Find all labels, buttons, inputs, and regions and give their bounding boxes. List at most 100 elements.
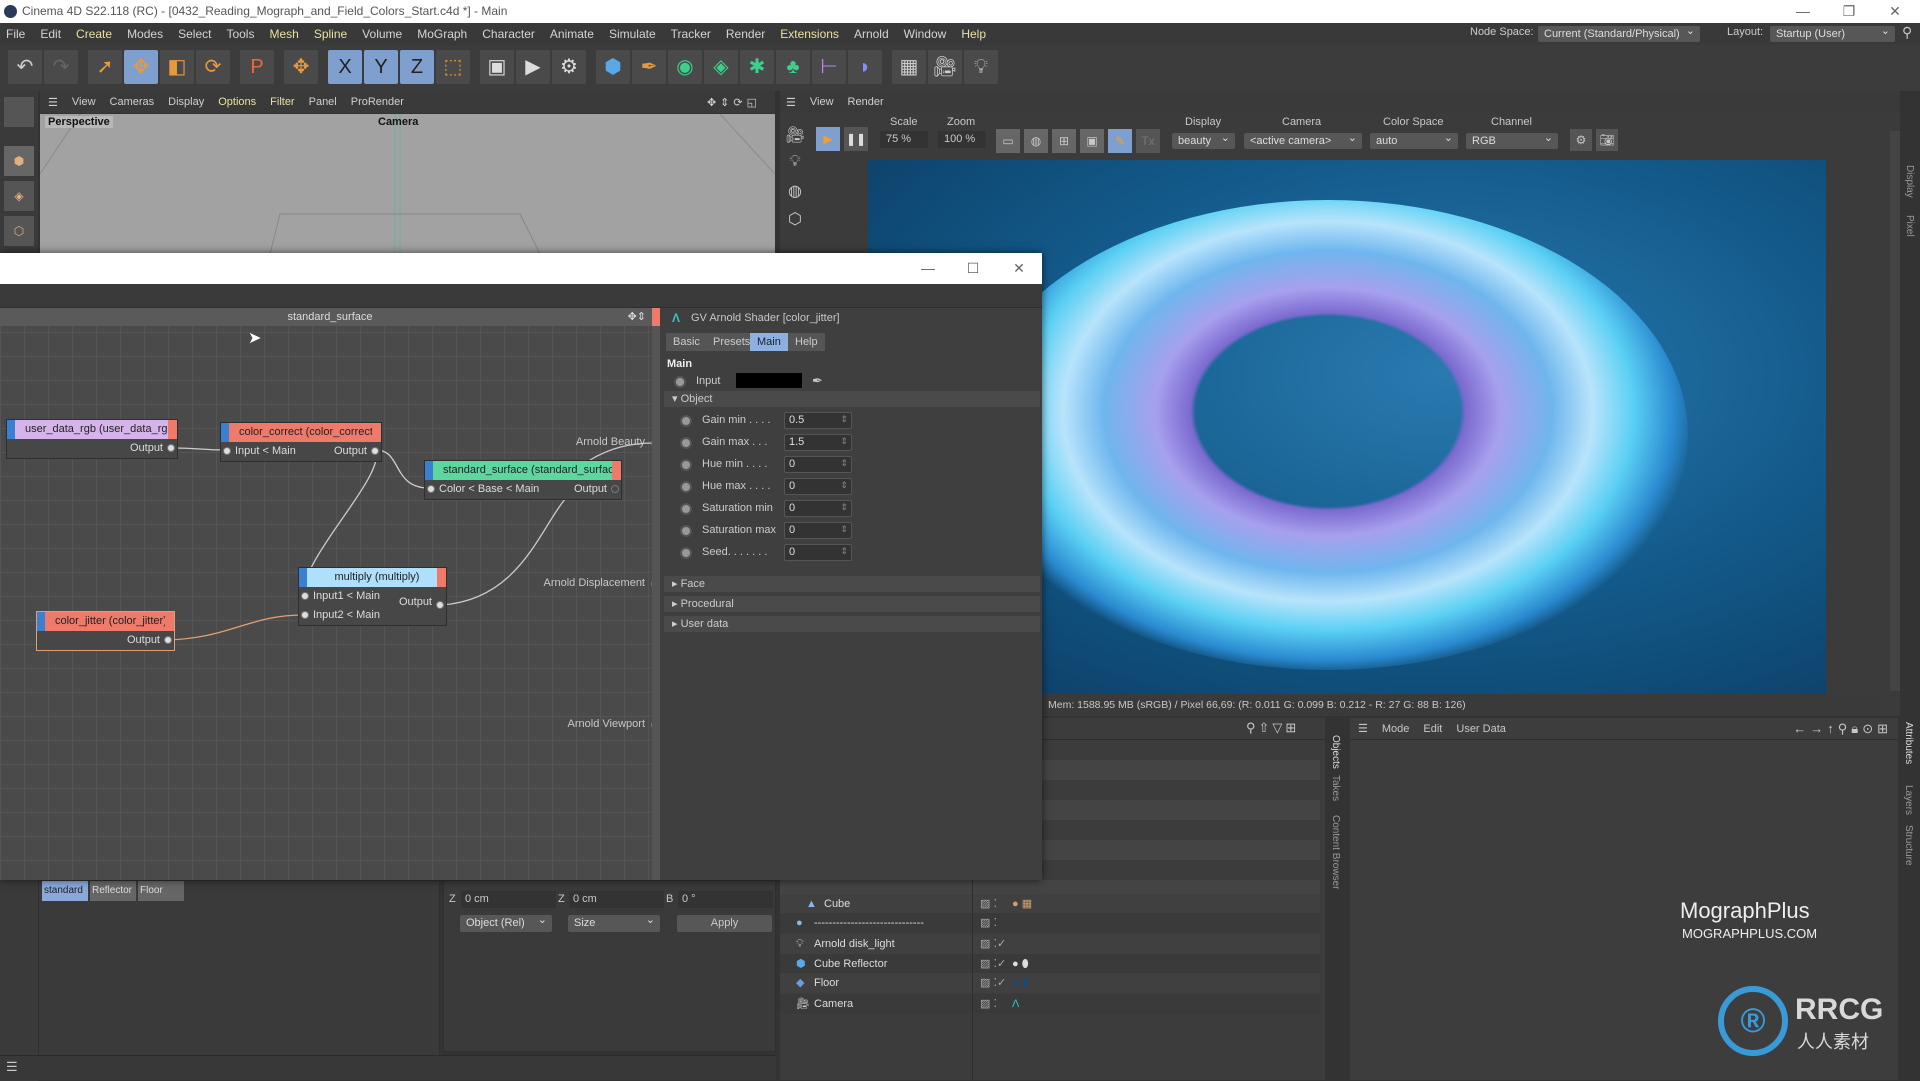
node-space-dropdown[interactable]: Current (Standard/Physical) — [1538, 23, 1700, 42]
node-standard-surface[interactable]: standard_surface (standard_surface) Colo… — [424, 460, 622, 500]
floor-icon[interactable]: ▦ — [892, 50, 926, 84]
field-input[interactable]: 0 ⇕ — [784, 478, 852, 495]
region-icon[interactable]: ⊞ — [1052, 129, 1076, 153]
render-side-tab-display[interactable]: Display — [1904, 165, 1915, 198]
visibility-toggle-icon[interactable]: ▨ ⁚✓ — [980, 954, 1006, 974]
output-arnold-viewport[interactable]: Arnold Viewport — [568, 718, 645, 730]
tx-icon[interactable]: Tx — [1136, 129, 1160, 153]
z-axis-icon[interactable]: Z — [400, 50, 434, 84]
object-row-arnold-disk-light[interactable]: 💡︎ Arnold disk_light ▨ ⁚✓ — [780, 934, 1320, 954]
side-tab-objects[interactable]: Objects — [1330, 735, 1341, 769]
animate-radio[interactable] — [680, 437, 692, 449]
psr-icon[interactable]: P — [240, 50, 274, 84]
field-input[interactable]: 0 ⇕ — [784, 522, 852, 539]
animate-radio[interactable] — [680, 525, 692, 537]
section-procedural[interactable]: ▸ Procedural — [664, 596, 1040, 612]
brush-icon[interactable]: ✎ — [1108, 129, 1132, 153]
animate-radio[interactable] — [680, 481, 692, 493]
port-output-label[interactable]: Output — [574, 480, 607, 499]
coordinate-mode-dropdown[interactable]: Object (Rel) — [460, 912, 552, 932]
arnold-tag-icon[interactable]: Λ — [1012, 994, 1019, 1014]
monitor-icon[interactable]: ▭ — [996, 129, 1020, 153]
search-icon[interactable]: ⚲ — [1902, 24, 1912, 41]
light-bulb-icon[interactable]: 💡︎ — [782, 153, 808, 181]
node-graph-canvas[interactable]: user_data_rgb (user_data_rgb) Output col… — [0, 308, 660, 880]
cube-icon[interactable]: ⬢ — [596, 50, 630, 84]
camera-icon[interactable]: 🎥︎ — [782, 125, 808, 153]
hamburger-icon[interactable]: ☰ — [48, 96, 58, 109]
hamburger-icon[interactable]: ☰ — [1358, 722, 1368, 735]
model-mode-icon[interactable]: ⬢ — [4, 146, 34, 176]
subdivision-icon[interactable]: ◉ — [668, 50, 702, 84]
layout-dropdown[interactable]: Startup (User) — [1770, 23, 1895, 42]
zoom-input[interactable]: 100 % — [938, 131, 986, 148]
section-user-data[interactable]: ▸ User data — [664, 616, 1040, 632]
coordinate-system-icon[interactable]: ⬚ — [436, 50, 470, 84]
viewport-menu-display[interactable]: Display — [168, 96, 204, 108]
stepper-icon[interactable]: ⇕ — [840, 456, 848, 471]
z-size-input[interactable]: 0 cm — [569, 891, 664, 908]
z-position-input[interactable]: 0 cm — [461, 891, 556, 908]
menu-file[interactable]: File — [6, 27, 25, 41]
stepper-icon[interactable]: ⇕ — [840, 478, 848, 493]
side-tab-content-browser[interactable]: Content Browser — [1330, 815, 1341, 889]
menu-tracker[interactable]: Tracker — [671, 27, 711, 41]
menu-edit[interactable]: Edit — [40, 27, 61, 41]
side-tab-attributes[interactable]: Attributes — [1903, 722, 1914, 764]
move-icon[interactable]: ✥ — [124, 50, 158, 84]
menu-mesh[interactable]: Mesh — [269, 27, 298, 41]
snapshot-settings-icon[interactable]: ⚙ — [1570, 129, 1592, 151]
node-minimize-button[interactable]: — — [905, 257, 951, 280]
attributes-nav-icons[interactable]: ←→↑⚲🔒︎⊙⊞ — [1793, 721, 1892, 737]
material-tag-icon[interactable]: ● ⬮ — [1012, 954, 1029, 974]
node-color-correct[interactable]: color_correct (color_correct) Input < Ma… — [220, 422, 382, 462]
hamburger-icon[interactable]: ☰ — [6, 1059, 18, 1075]
cube-outline-icon[interactable]: ⬡ — [782, 209, 808, 237]
stepper-icon[interactable]: ⇕ — [840, 412, 848, 427]
animate-radio[interactable] — [680, 503, 692, 515]
menu-spline[interactable]: Spline — [314, 27, 347, 41]
animate-radio[interactable] — [680, 459, 692, 471]
hamburger-icon[interactable]: ☰ — [786, 96, 796, 109]
extrude-icon[interactable]: ◈ — [704, 50, 738, 84]
tab-help[interactable]: Help — [788, 333, 825, 351]
render-settings-icon[interactable]: ⚙ — [552, 50, 586, 84]
render-view-icon[interactable]: ▶ — [516, 50, 550, 84]
output-arnold-displacement[interactable]: Arnold Displacement — [544, 577, 646, 589]
make-editable-icon[interactable] — [4, 97, 34, 127]
section-face[interactable]: ▸ Face — [664, 576, 1040, 592]
checker-tag-icon[interactable]: ● ▦ — [1012, 894, 1032, 914]
axis-icon[interactable]: ✥ — [284, 50, 318, 84]
perspective-viewport[interactable]: Perspective Camera — [40, 114, 775, 254]
menu-simulate[interactable]: Simulate — [609, 27, 656, 41]
minimize-button[interactable]: — — [1780, 0, 1826, 23]
visibility-toggle-icon[interactable]: ▨ ⁚✓ — [980, 973, 1006, 993]
render-side-tab-pixel[interactable]: Pixel — [1904, 215, 1915, 237]
b-rotation-input[interactable]: 0 ° — [678, 891, 773, 908]
rotate-icon[interactable]: ⟳ — [196, 50, 230, 84]
stepper-icon[interactable]: ⇕ — [840, 544, 848, 559]
viewport-menu-view[interactable]: View — [72, 96, 96, 108]
port-output-label[interactable]: Output — [334, 442, 367, 461]
menu-arnold[interactable]: Arnold — [854, 27, 889, 41]
globe-icon[interactable]: ◍ — [782, 181, 808, 209]
field-input[interactable]: 1.5 ⇕ — [784, 434, 852, 451]
node-graph-nav-icons[interactable]: ✥⇕ — [628, 308, 646, 326]
snapshot-camera-icon[interactable]: 📷︎ — [1596, 129, 1618, 151]
input-animate-radio[interactable] — [674, 376, 686, 388]
section-object[interactable]: ▾ Object — [664, 391, 1040, 407]
object-row-cube[interactable]: ▲ Cube ▨ ⁚ ● ▦ — [780, 894, 1320, 914]
texture-mode-icon[interactable]: ◈ — [4, 181, 34, 211]
material-reflector[interactable]: Reflector — [90, 881, 136, 901]
visibility-toggle-icon[interactable]: ▨ ⁚ — [980, 894, 997, 914]
scale-input[interactable]: 75 % — [880, 131, 928, 148]
menu-mograph[interactable]: MoGraph — [417, 27, 467, 41]
field-input[interactable]: 0 ⇕ — [784, 544, 852, 561]
visibility-toggle-icon[interactable]: ▨ ⁚✓ — [980, 934, 1006, 954]
menu-character[interactable]: Character — [482, 27, 535, 41]
field-input[interactable]: 0 ⇕ — [784, 456, 852, 473]
viewport-menu-options[interactable]: Options — [218, 96, 256, 108]
menu-extensions[interactable]: Extensions — [780, 27, 839, 41]
y-axis-icon[interactable]: Y — [364, 50, 398, 84]
visibility-toggle-icon[interactable]: ▨ ⁚ — [980, 994, 997, 1014]
